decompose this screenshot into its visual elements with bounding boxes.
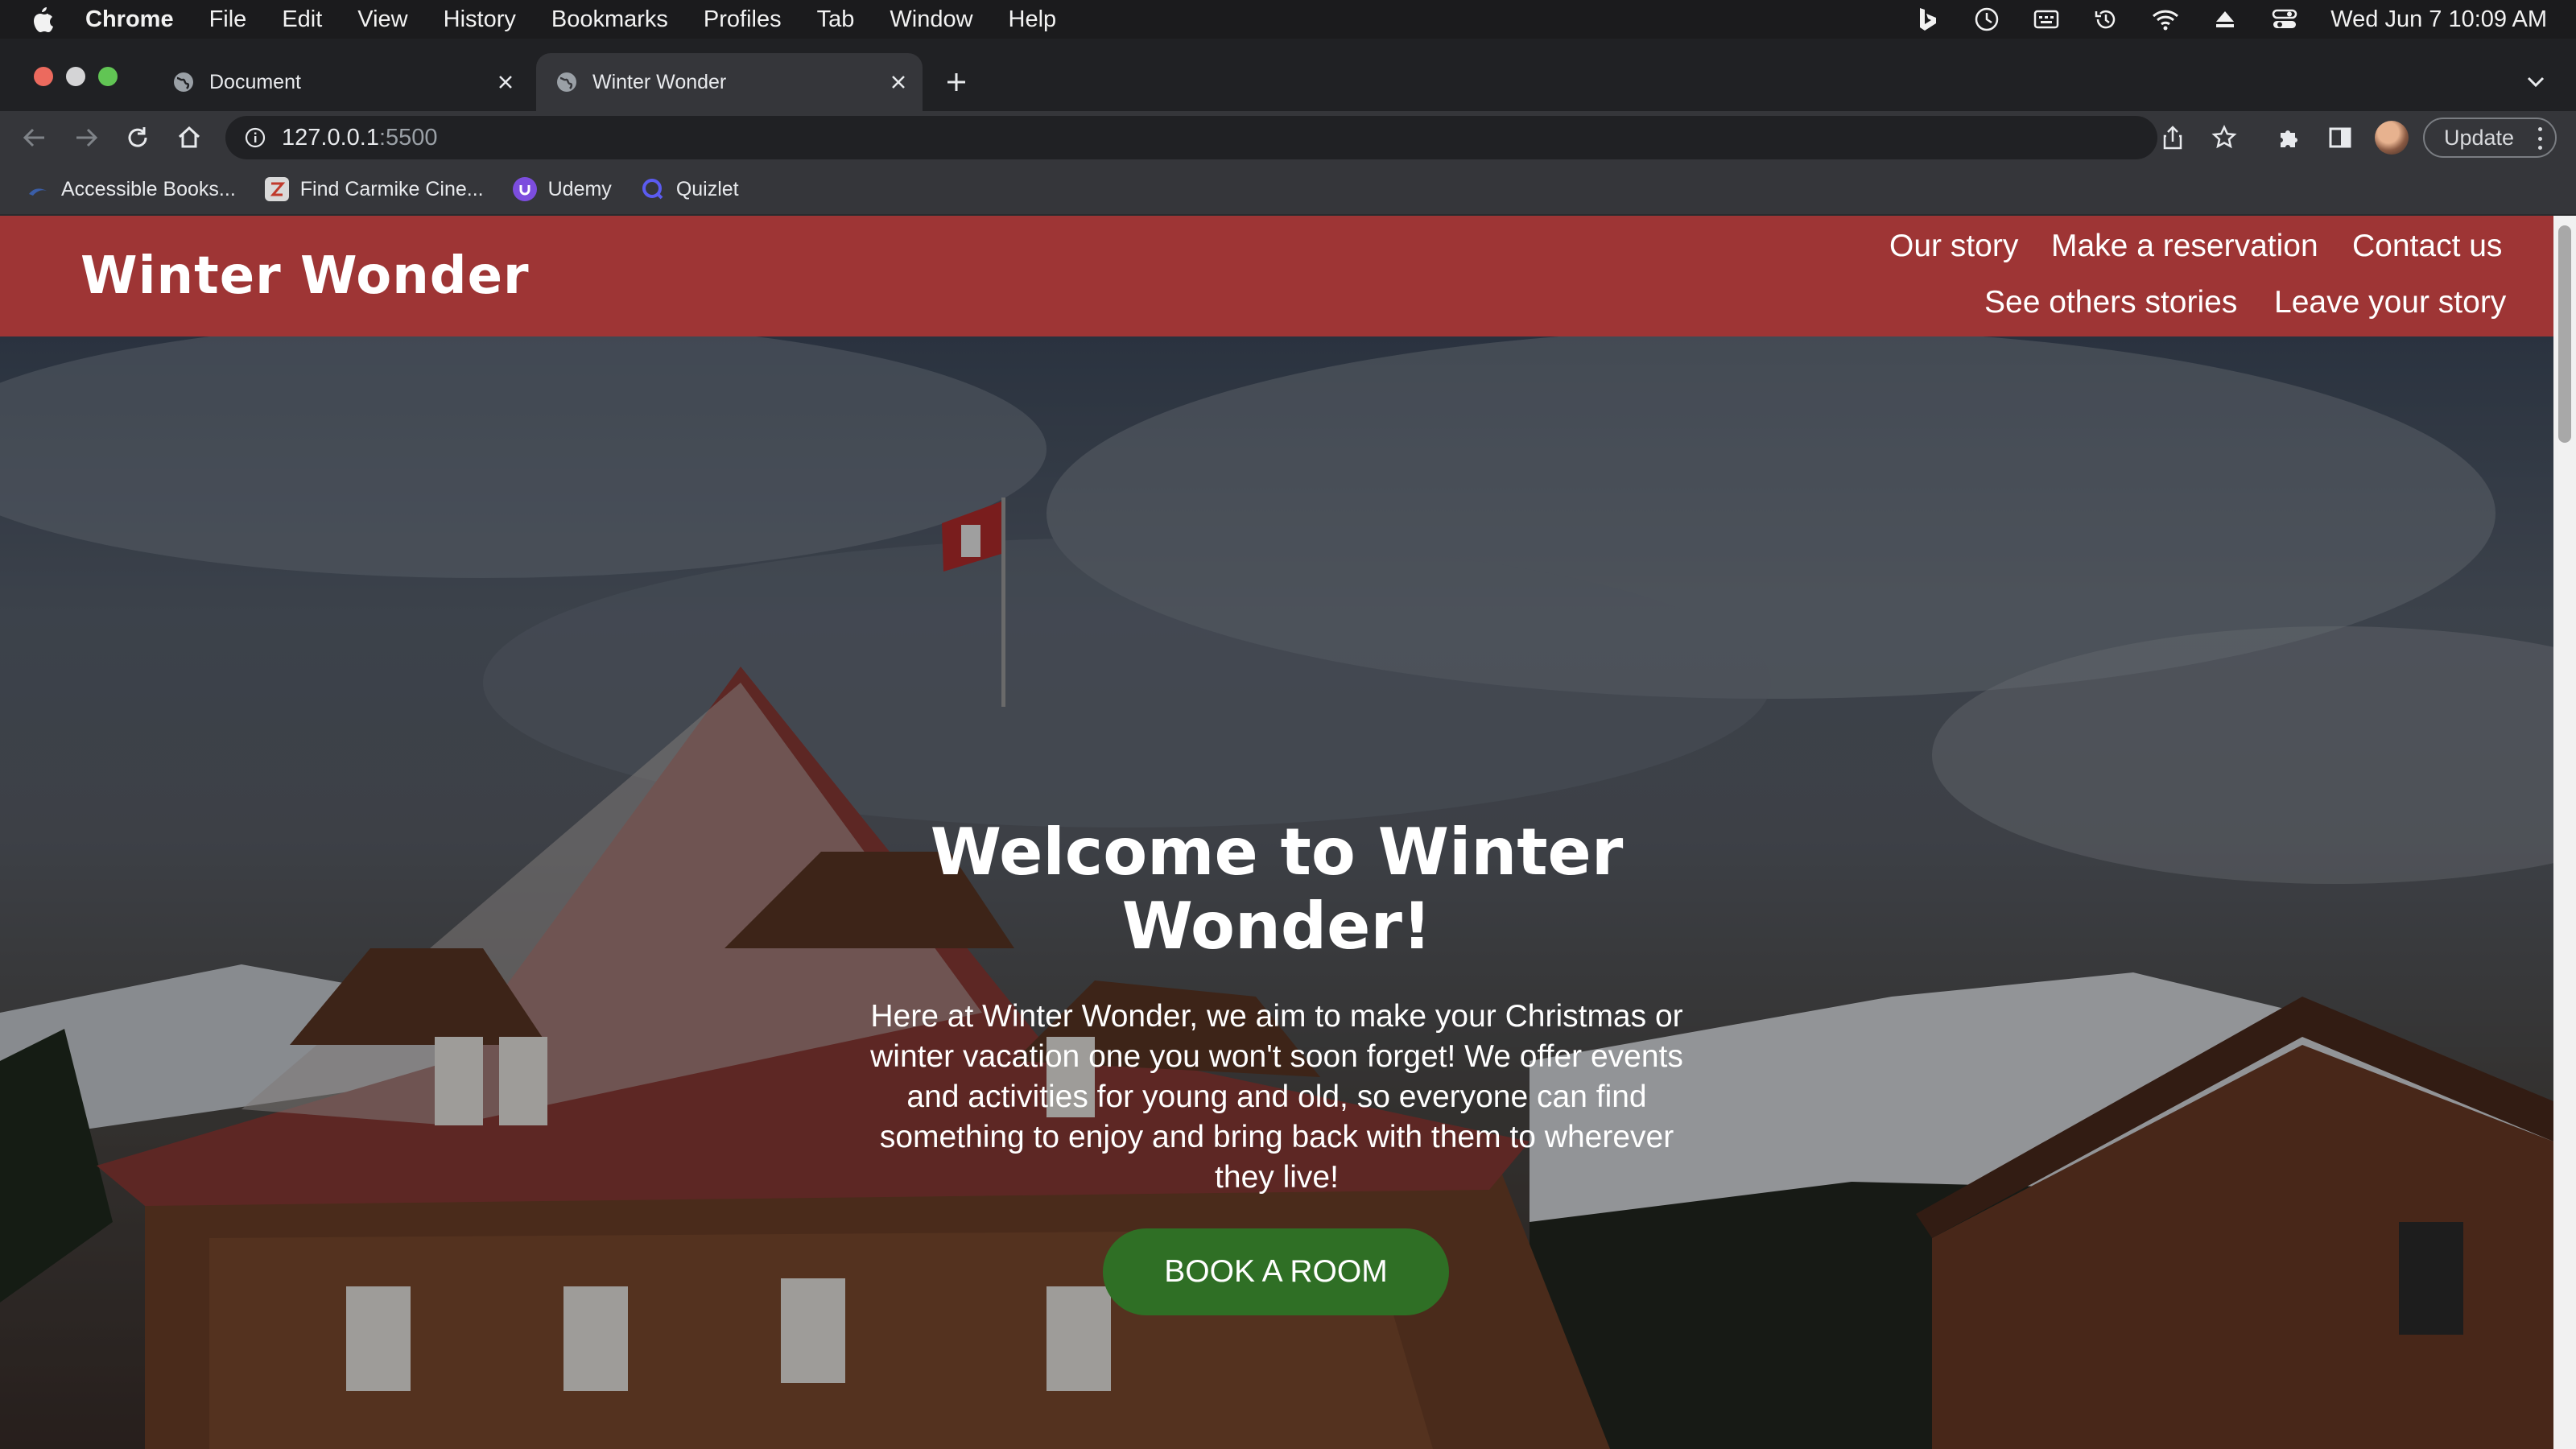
profile-avatar[interactable] [2375, 121, 2409, 155]
back-button[interactable] [18, 121, 52, 155]
info-icon[interactable] [243, 126, 267, 150]
extensions-icon[interactable] [2272, 121, 2306, 155]
menu-file[interactable]: File [209, 6, 247, 33]
bookmark-label: Udemy [547, 177, 612, 200]
menu-app-chrome[interactable]: Chrome [85, 6, 174, 33]
menu-profiles[interactable]: Profiles [704, 6, 782, 33]
tab-title: Winter Wonder [592, 70, 727, 93]
control-center-icon[interactable] [2271, 6, 2298, 33]
more-menu-icon[interactable] [2536, 127, 2544, 150]
chevron-down-icon[interactable] [2520, 66, 2552, 98]
share-icon[interactable] [2156, 121, 2190, 155]
menu-view[interactable]: View [357, 6, 407, 33]
scrollbar-thumb[interactable] [2558, 225, 2571, 443]
window-close-button[interactable] [34, 67, 53, 86]
site-logo[interactable]: Winter Wonder [80, 246, 530, 306]
menu-edit[interactable]: Edit [282, 6, 322, 33]
hero-title: Welcome to Winter Wonder! [930, 815, 1624, 964]
book-a-room-button[interactable]: BOOK A ROOM [1103, 1228, 1449, 1315]
site-header: Winter Wonder Our story Make a reservati… [0, 216, 2553, 336]
window-minimize-button[interactable] [66, 67, 85, 86]
url-port: :5500 [378, 124, 438, 151]
menu-tab[interactable]: Tab [817, 6, 855, 33]
bookshare-icon [26, 177, 50, 201]
carmike-icon [264, 177, 289, 201]
forward-button[interactable] [69, 121, 103, 155]
web-page: Winter Wonder Our story Make a reservati… [0, 216, 2553, 1449]
clock-app-icon[interactable] [1973, 6, 2000, 33]
new-tab-button[interactable] [940, 66, 972, 98]
reload-button[interactable] [121, 121, 155, 155]
bing-icon[interactable] [1913, 6, 1941, 33]
hero-description: Here at Winter Wonder, we aim to make yo… [870, 999, 1683, 1195]
update-label: Update [2444, 125, 2515, 150]
bookmark-udemy[interactable]: Udemy [512, 177, 612, 201]
tab-winter-wonder[interactable]: Winter Wonder [536, 53, 923, 111]
tab-title: Document [209, 70, 301, 93]
apple-icon[interactable] [29, 4, 56, 35]
udemy-icon [512, 177, 537, 201]
eject-icon[interactable] [2211, 6, 2239, 33]
menu-bookmarks[interactable]: Bookmarks [551, 6, 668, 33]
globe-icon [555, 71, 578, 93]
close-icon[interactable] [493, 69, 518, 95]
globe-icon [172, 71, 195, 93]
nav-leave-your-story[interactable]: Leave your story [2274, 285, 2506, 320]
window-maximize-button[interactable] [98, 67, 118, 86]
url-host: 127.0.0.1 [282, 124, 379, 151]
bookmarks-bar: Accessible Books... Find Carmike Cine...… [0, 164, 2576, 216]
menubar-clock[interactable]: Wed Jun 7 10:09 AM [2330, 6, 2547, 33]
bookmark-carmike[interactable]: Find Carmike Cine... [264, 177, 484, 201]
time-machine-icon[interactable] [2092, 6, 2120, 33]
bookmark-star-icon[interactable] [2207, 121, 2241, 155]
bookmark-label: Quizlet [675, 177, 739, 200]
nav-see-others-stories[interactable]: See others stories [1984, 285, 2237, 320]
side-panel-icon[interactable] [2323, 121, 2357, 155]
nav-our-story[interactable]: Our story [1889, 229, 2018, 264]
tab-document[interactable]: Document [153, 53, 530, 111]
macos-menu-bar: Chrome File Edit View History Bookmarks … [0, 0, 2576, 39]
bookmark-label: Find Carmike Cine... [299, 177, 484, 200]
status-area: Wed Jun 7 10:09 AM [1881, 0, 2547, 39]
bookmark-quizlet[interactable]: Quizlet [641, 177, 739, 201]
keyboard-icon[interactable] [2033, 6, 2060, 33]
bookmark-accessible-books[interactable]: Accessible Books... [26, 177, 236, 201]
nav-contact-us[interactable]: Contact us [2352, 229, 2502, 264]
menu-history[interactable]: History [444, 6, 516, 33]
quizlet-icon [641, 177, 665, 201]
menu-window[interactable]: Window [890, 6, 972, 33]
close-icon[interactable] [886, 69, 911, 95]
bookmark-label: Accessible Books... [61, 177, 236, 200]
wifi-icon[interactable] [2152, 6, 2179, 33]
address-bar[interactable]: 127.0.0.1 :5500 [225, 116, 2157, 159]
update-button[interactable]: Update [2423, 118, 2557, 158]
menu-help[interactable]: Help [1009, 6, 1057, 33]
home-button[interactable] [172, 121, 206, 155]
nav-make-reservation[interactable]: Make a reservation [2051, 229, 2318, 264]
